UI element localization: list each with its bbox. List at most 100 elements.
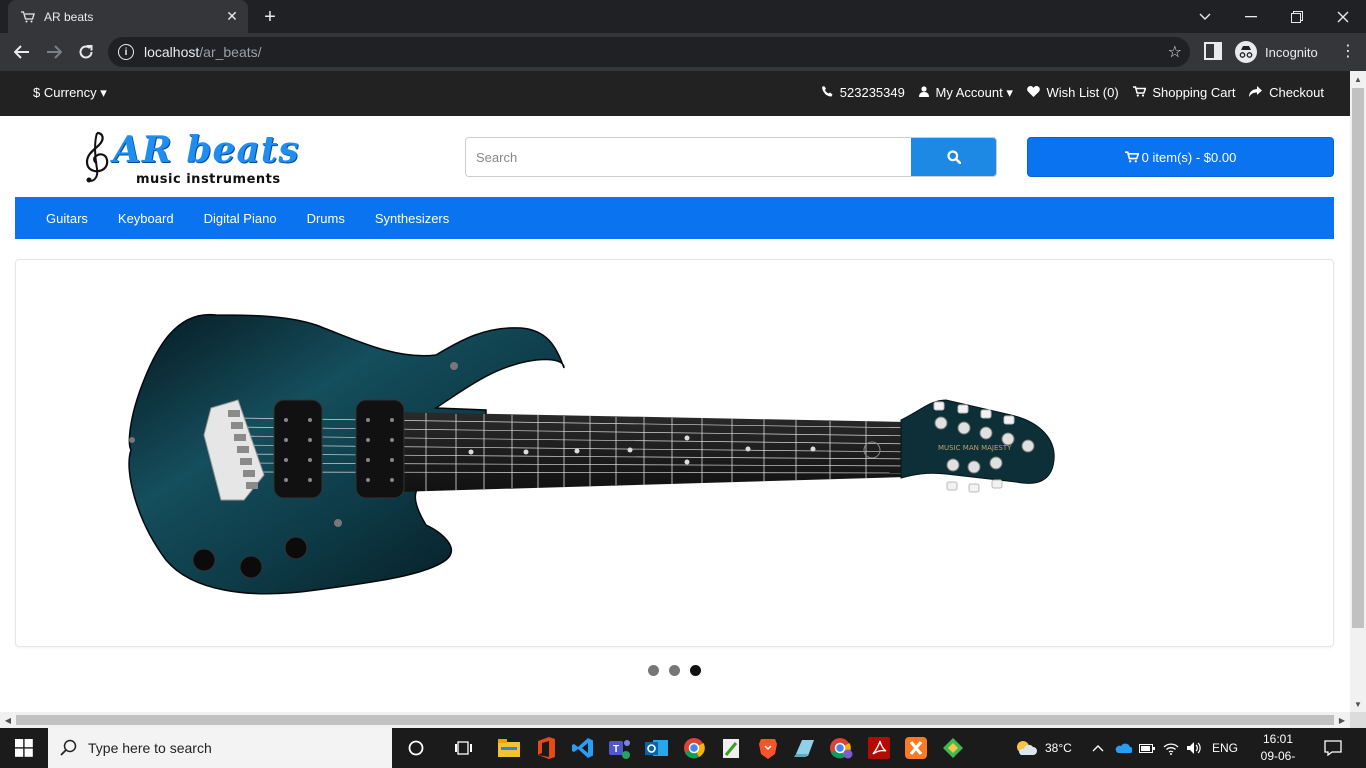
tab-search-chevron-icon[interactable] (1182, 0, 1228, 33)
slider-dot-2[interactable] (669, 665, 680, 676)
xampp-icon[interactable] (902, 734, 930, 762)
chrome-incognito-icon[interactable] (827, 734, 855, 762)
profile-label: Incognito (1265, 44, 1318, 60)
scrollbar-corner (1350, 712, 1366, 728)
outlook-icon[interactable] (643, 734, 671, 762)
cart-icon (1132, 85, 1150, 100)
slider-pagination (648, 665, 701, 676)
sun-cloud-icon (1017, 741, 1037, 755)
phone-number: 523235349 (839, 85, 905, 100)
weather-widget[interactable]: 38°C (1015, 728, 1072, 768)
battery-icon[interactable] (1139, 728, 1155, 768)
scroll-down-arrow-icon[interactable]: ▼ (1350, 696, 1366, 712)
browser-toolbar: i localhost/ar_beats/ ☆ Incognito ⋮ (0, 33, 1366, 71)
notes-app-icon[interactable] (791, 734, 819, 762)
cortana-icon[interactable] (402, 734, 430, 762)
my-account-dropdown[interactable]: My Account ▾ (918, 85, 1013, 101)
brave-icon[interactable] (754, 734, 782, 762)
cart-summary-label: 0 item(s) - $0.00 (1141, 149, 1237, 165)
windows-taskbar: Type here to search T 38°C ENG 16:01 09-… (0, 728, 1366, 768)
dev-tool-icon[interactable] (939, 734, 967, 762)
phone-link[interactable]: 523235349 (822, 85, 905, 101)
acrobat-icon[interactable] (865, 734, 893, 762)
cart-summary-button[interactable]: 0 item(s) - $0.00 (1027, 137, 1334, 177)
side-panel-icon[interactable] (1204, 42, 1222, 60)
back-arrow-icon[interactable] (10, 40, 34, 64)
search-icon (60, 739, 77, 756)
menu-item-synthesizers[interactable]: Synthesizers (375, 211, 449, 226)
vertical-scroll-thumb[interactable] (1352, 88, 1364, 628)
url-path: /ar_beats/ (199, 44, 262, 60)
taskbar-search-box[interactable]: Type here to search (48, 728, 392, 768)
volume-icon[interactable] (1186, 728, 1202, 768)
window-close-icon[interactable] (1320, 0, 1366, 33)
bookmark-star-icon[interactable]: ☆ (1168, 42, 1182, 62)
start-button[interactable] (0, 728, 48, 768)
horizontal-scrollbar[interactable]: ◀ ▶ (0, 712, 1350, 728)
show-hidden-icons-chevron-icon[interactable] (1092, 728, 1104, 768)
slider-dot-3[interactable] (690, 665, 701, 676)
phone-icon (822, 85, 837, 100)
notifications-icon[interactable] (1324, 728, 1342, 768)
wifi-icon[interactable] (1163, 728, 1179, 768)
banner-slider[interactable]: MUSIC MAN MAJESTY (15, 259, 1334, 647)
shopping-cart-label: Shopping Cart (1152, 85, 1236, 100)
page-viewport: $ Currency ▾ 523235349 My Account ▾ Wish… (0, 71, 1350, 712)
tab-close-icon[interactable]: ✕ (224, 8, 240, 24)
search-bar (465, 137, 997, 177)
scroll-up-arrow-icon[interactable]: ▲ (1350, 71, 1366, 87)
horizontal-scroll-thumb[interactable] (16, 715, 1334, 725)
logo-title: AR beats (113, 129, 300, 171)
teams-icon[interactable]: T (606, 734, 634, 762)
currency-dropdown[interactable]: $ Currency ▾ (33, 85, 107, 101)
incognito-icon (1235, 41, 1257, 63)
taskbar-clock[interactable]: 16:01 09-06-2022 (1250, 731, 1306, 768)
chrome-icon[interactable] (680, 734, 708, 762)
office-icon[interactable] (532, 734, 560, 762)
onedrive-icon[interactable] (1114, 728, 1132, 768)
shopping-cart-link[interactable]: Shopping Cart (1132, 85, 1236, 101)
browser-tab-strip: AR beats ✕ + (0, 0, 1366, 33)
logo-subtitle: music instruments (136, 172, 281, 187)
slider-dot-1[interactable] (648, 665, 659, 676)
language-label: ENG (1212, 741, 1239, 755)
user-icon (918, 85, 933, 100)
language-indicator[interactable]: ENG (1212, 728, 1238, 768)
heart-icon (1027, 85, 1044, 100)
cart-favicon-icon (20, 9, 36, 25)
browser-menu-icon[interactable]: ⋮ (1340, 41, 1356, 61)
reload-icon[interactable] (74, 40, 98, 64)
wish-list-link[interactable]: Wish List (0) (1027, 85, 1119, 101)
new-tab-button[interactable]: + (259, 6, 281, 28)
windows-logo-icon (15, 739, 33, 757)
task-view-icon[interactable] (450, 734, 478, 762)
file-explorer-icon[interactable] (495, 734, 523, 762)
my-account-label: My Account (935, 85, 1003, 100)
restore-icon[interactable] (1274, 0, 1320, 33)
scroll-left-arrow-icon[interactable]: ◀ (0, 712, 16, 728)
scroll-right-arrow-icon[interactable]: ▶ (1334, 712, 1350, 728)
notepad-icon[interactable] (717, 734, 745, 762)
guitar-image: MUSIC MAN MAJESTY (128, 313, 1055, 595)
menu-item-digital-piano[interactable]: Digital Piano (204, 211, 277, 226)
menu-item-drums[interactable]: Drums (307, 211, 345, 226)
search-input[interactable] (466, 138, 913, 176)
minimize-icon[interactable] (1228, 0, 1274, 33)
clock-date: 09-06-2022 (1260, 749, 1296, 768)
forward-arrow-icon[interactable] (42, 40, 66, 64)
menu-item-keyboard[interactable]: Keyboard (118, 211, 174, 226)
site-info-icon[interactable]: i (118, 44, 134, 60)
url-host: localhost (144, 44, 200, 60)
taskbar-search-placeholder: Type here to search (88, 740, 212, 756)
address-bar[interactable]: i localhost/ar_beats/ ☆ (108, 37, 1190, 67)
incognito-profile[interactable]: Incognito (1235, 41, 1318, 63)
vertical-scrollbar[interactable]: ▲ ▼ (1350, 71, 1366, 712)
caret-down-icon: ▾ (100, 85, 107, 100)
search-icon (946, 150, 961, 164)
browser-tab[interactable]: AR beats ✕ (8, 0, 248, 33)
site-logo[interactable]: AR beats music instruments (75, 129, 335, 187)
checkout-link[interactable]: Checkout (1249, 85, 1324, 101)
search-button[interactable] (911, 138, 996, 176)
vscode-icon[interactable] (569, 734, 597, 762)
menu-item-guitars[interactable]: Guitars (46, 211, 88, 226)
